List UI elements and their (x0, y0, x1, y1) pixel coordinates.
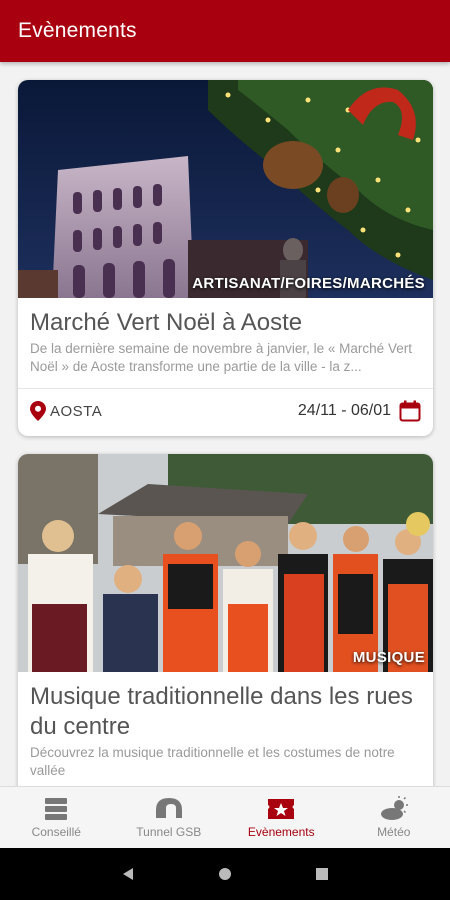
nav-item-evenements[interactable]: Evènements (225, 787, 338, 848)
event-category: MUSIQUE (352, 649, 425, 666)
home-icon[interactable] (218, 867, 232, 881)
system-navigation-bar (0, 848, 450, 900)
event-description: Découvrez la musique traditionnelle et l… (30, 745, 395, 778)
event-card[interactable]: ARTISANAT/FOIRES/MARCHÉS Marché Vert Noë… (18, 80, 433, 436)
event-category: ARTISANAT/FOIRES/MARCHÉS (192, 275, 425, 292)
nav-label: Tunnel GSB (136, 825, 202, 839)
event-card[interactable]: MUSIQUE Musique traditionnelle dans les … (18, 454, 433, 786)
location-pin-icon (30, 401, 46, 421)
event-image: ARTISANAT/FOIRES/MARCHÉS (18, 80, 433, 298)
event-footer: AOSTA 24/11 - 06/01 (18, 389, 433, 433)
nav-item-tunnel[interactable]: Tunnel GSB (113, 787, 226, 848)
nav-label: Evènements (247, 825, 315, 839)
tunnel-icon (155, 798, 182, 818)
nav-label: Météo (377, 825, 411, 839)
event-image: MUSIQUE (18, 454, 433, 672)
calendar-icon (399, 400, 421, 422)
list-icon (45, 798, 68, 820)
ticket-icon (268, 799, 295, 819)
page-title: Evènements (18, 19, 137, 42)
bottom-navigation: Conseillé Tunnel GSB Evènements Météo (0, 786, 450, 848)
event-title[interactable]: Marché Vert Noël à Aoste (18, 298, 433, 338)
events-list[interactable]: ARTISANAT/FOIRES/MARCHÉS Marché Vert Noë… (0, 62, 450, 786)
weather-icon (380, 796, 408, 820)
event-location: AOSTA (30, 401, 102, 421)
event-dates: 24/11 - 06/01 (298, 400, 421, 422)
recents-icon[interactable] (315, 867, 329, 881)
event-description: De la dernière semaine de novembre à jan… (30, 341, 412, 374)
nav-item-meteo[interactable]: Météo (338, 787, 450, 848)
location-label: AOSTA (50, 402, 103, 420)
nav-label: Conseillé (31, 825, 81, 839)
back-icon[interactable] (121, 867, 135, 881)
nav-item-conseille[interactable]: Conseillé (0, 787, 113, 848)
event-title[interactable]: Musique traditionnelle dans les rues du … (18, 672, 433, 742)
date-range: 24/11 - 06/01 (297, 402, 391, 419)
app-bar: Evènements (0, 0, 450, 62)
